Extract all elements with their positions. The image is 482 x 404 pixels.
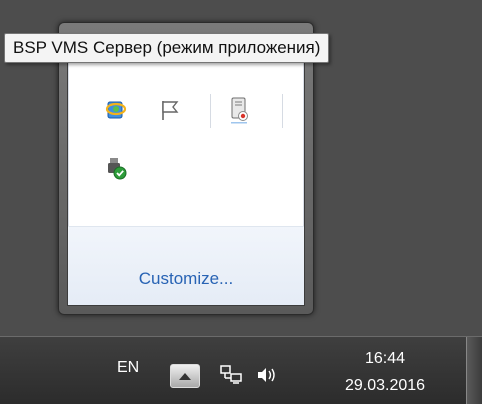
action-center-flag-icon[interactable]: [156, 96, 184, 124]
usb-safely-remove-icon[interactable]: [102, 154, 130, 182]
clock[interactable]: 16:44 29.03.2016: [330, 345, 440, 399]
notification-overflow-flyout: Customize...: [58, 22, 314, 315]
bsp-vms-server-icon[interactable]: [225, 96, 253, 124]
show-hidden-icons-button[interactable]: [170, 364, 200, 388]
triangle-up-icon: [179, 373, 191, 380]
clock-time: 16:44: [364, 350, 406, 367]
tooltip: BSP VMS Сервер (режим приложения): [4, 33, 330, 63]
volume-icon[interactable]: [254, 362, 280, 388]
clock-date: 29.03.2016: [344, 377, 426, 394]
network-app-icon[interactable]: [102, 96, 130, 124]
icon-divider-left: [210, 94, 211, 128]
flyout-panel: Customize...: [67, 35, 305, 306]
language-indicator[interactable]: EN: [117, 359, 139, 377]
network-icon[interactable]: [218, 362, 244, 388]
show-desktop-button[interactable]: [466, 337, 482, 404]
customize-area: Customize...: [68, 226, 304, 305]
customize-link[interactable]: Customize...: [68, 269, 304, 289]
tray-icon-grid: [68, 36, 304, 226]
icon-divider-right: [282, 94, 283, 128]
taskbar: EN 16:44 29.03.2016: [0, 336, 482, 404]
